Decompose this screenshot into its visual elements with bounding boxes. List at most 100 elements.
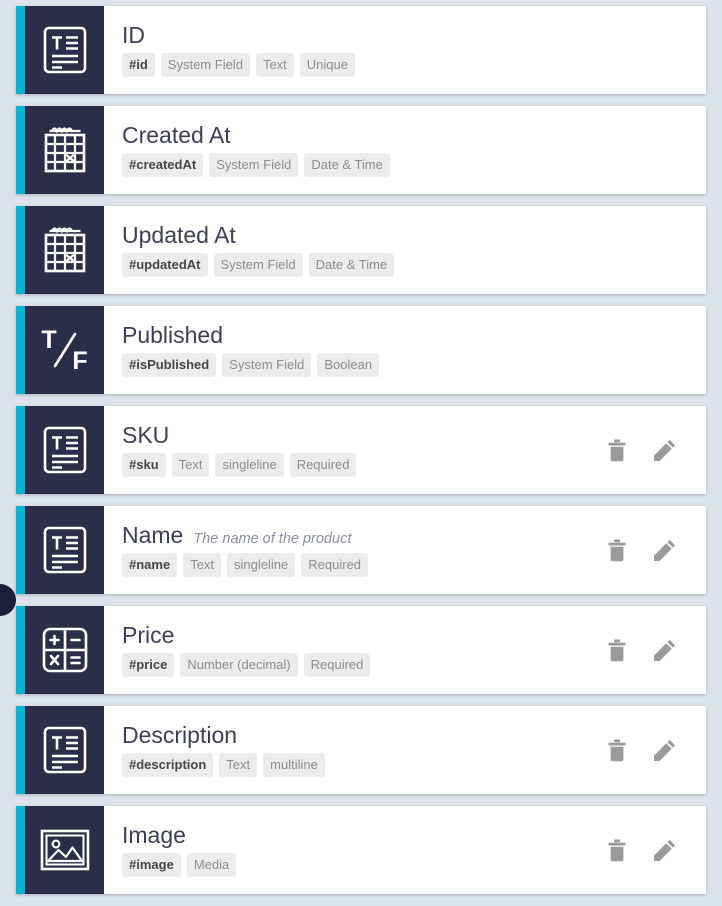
- delete-field-button[interactable]: [606, 738, 628, 762]
- field-attribute-tag: Boolean: [317, 353, 380, 378]
- field-title: Description: [122, 721, 238, 748]
- delete-field-button[interactable]: [606, 638, 628, 662]
- pencil-icon: [654, 639, 676, 661]
- edit-field-button[interactable]: [654, 638, 676, 662]
- field-attribute-tag: Date & Time: [308, 253, 395, 278]
- field-actions: [676, 206, 706, 294]
- field-title-row: Image: [122, 822, 606, 848]
- field-title: Created At: [122, 121, 231, 148]
- field-title: Name: [122, 521, 184, 548]
- edit-field-button[interactable]: [654, 438, 676, 462]
- delete-field-button[interactable]: [606, 538, 628, 562]
- field-title-row: SKU: [122, 422, 606, 448]
- field-card: Price #price Number (decimal) Required: [16, 606, 706, 694]
- svg-text:F: F: [72, 347, 87, 375]
- field-card: Description #description Text multiline: [16, 706, 706, 794]
- field-info: Created At #createdAt System Field Date & T…: [104, 106, 676, 194]
- field-key-tag: #sku: [122, 453, 166, 478]
- field-info: Updated At #updatedAt System Field Date & T…: [104, 206, 676, 294]
- accent-stripe: [16, 206, 25, 294]
- field-actions: [606, 806, 706, 894]
- field-actions: [606, 706, 706, 794]
- field-title-row: ID: [122, 22, 676, 48]
- field-attribute-tag: Required: [289, 453, 357, 478]
- field-key-tag: #createdAt: [122, 153, 204, 178]
- field-attribute-tag: System Field: [222, 353, 312, 378]
- trash-icon: [607, 839, 627, 862]
- field-tag-row: #id System Field Text Unique: [122, 53, 676, 78]
- trash-icon: [607, 439, 627, 462]
- accent-stripe: [16, 406, 25, 494]
- text-field-icon: [25, 406, 104, 494]
- field-actions: [606, 406, 706, 494]
- field-tag-row: #sku Text singleline Required: [122, 453, 606, 478]
- field-actions: [606, 606, 706, 694]
- text-field-icon: [25, 6, 104, 94]
- field-key-tag: #image: [122, 853, 181, 878]
- field-title: Published: [122, 321, 224, 348]
- field-attribute-tag: Text: [255, 53, 294, 78]
- field-info: Price #price Number (decimal) Required: [104, 606, 606, 694]
- calendar-icon: [25, 206, 104, 294]
- trash-icon: [607, 639, 627, 662]
- field-key-tag: #id: [122, 53, 155, 78]
- field-key-tag: #name: [122, 553, 178, 578]
- field-actions: [676, 106, 706, 194]
- field-info: Description #description Text multiline: [104, 706, 606, 794]
- number-icon: [25, 606, 104, 694]
- field-title: Price: [122, 621, 175, 648]
- trash-icon: [607, 539, 627, 562]
- field-tag-row: #isPublished System Field Boolean: [122, 353, 676, 378]
- pencil-icon: [654, 439, 676, 461]
- field-card: Updated At #updatedAt System Field Date & T…: [16, 206, 706, 294]
- edit-field-button[interactable]: [654, 838, 676, 862]
- field-attribute-tag: Required: [301, 553, 369, 578]
- field-info: ID #id System Field Text Unique: [104, 6, 676, 94]
- field-attribute-tag: singleline: [215, 453, 284, 478]
- field-card: Name The name of the product #name Text sing…: [16, 506, 706, 594]
- trash-icon: [607, 739, 627, 762]
- accent-stripe: [16, 306, 25, 394]
- field-description: The name of the product: [193, 530, 352, 547]
- field-tag-row: #description Text multiline: [122, 753, 606, 778]
- field-actions: [676, 6, 706, 94]
- calendar-icon: [25, 106, 104, 194]
- text-field-icon: [25, 506, 104, 594]
- pencil-icon: [654, 539, 676, 561]
- pencil-icon: [654, 739, 676, 761]
- field-title-row: Created At: [122, 121, 676, 148]
- field-info: Image #image Media: [104, 806, 606, 894]
- field-key-tag: #updatedAt: [122, 253, 208, 278]
- field-tag-row: #createdAt System Field Date & Time: [122, 153, 676, 178]
- edit-field-button[interactable]: [654, 538, 676, 562]
- field-info: SKU #sku Text singleline Required: [104, 406, 606, 494]
- field-card: ID #id System Field Text Unique: [16, 6, 706, 94]
- field-key-tag: #isPublished: [122, 353, 217, 378]
- field-title-row: Updated At: [122, 221, 676, 248]
- field-attribute-tag: Text: [171, 453, 210, 478]
- field-title-row: Published: [122, 321, 676, 348]
- delete-field-button[interactable]: [606, 438, 628, 462]
- boolean-icon: T F: [25, 306, 104, 394]
- field-tag-row: #updatedAt System Field Date & Time: [122, 253, 676, 278]
- field-card: Created At #createdAt System Field Date & T…: [16, 106, 706, 194]
- field-attribute-tag: System Field: [209, 153, 299, 178]
- accent-stripe: [16, 106, 25, 194]
- field-key-tag: #price: [122, 653, 175, 678]
- delete-field-button[interactable]: [606, 838, 628, 862]
- field-attribute-tag: Date & Time: [304, 153, 390, 178]
- field-actions: [606, 506, 706, 594]
- field-attribute-tag: System Field: [160, 53, 250, 78]
- field-attribute-tag: multiline: [263, 753, 325, 778]
- field-title-row: Price: [122, 621, 606, 648]
- field-title: Updated At: [122, 221, 236, 248]
- edit-field-button[interactable]: [654, 738, 676, 762]
- field-attribute-tag: Media: [186, 853, 237, 878]
- text-field-icon: [25, 706, 104, 794]
- accent-stripe: [16, 606, 25, 694]
- field-attribute-tag: singleline: [227, 553, 296, 578]
- field-title-row: Name The name of the product: [122, 521, 606, 548]
- field-tag-row: #name Text singleline Required: [122, 553, 606, 578]
- field-attribute-tag: Text: [183, 553, 222, 578]
- field-card: SKU #sku Text singleline Required: [16, 406, 706, 494]
